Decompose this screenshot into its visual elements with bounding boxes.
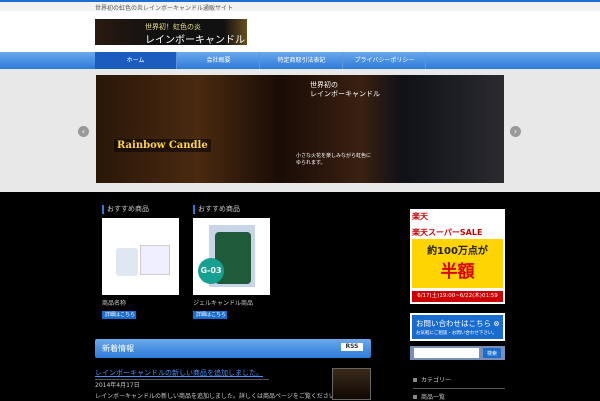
- news-header: 新着情報 RSS: [95, 339, 371, 358]
- contact-banner[interactable]: お問い合わせはこちら ⊗ お気軽にご相談・お問い合わせ下さい。: [410, 313, 505, 341]
- bullet-icon: [413, 378, 417, 382]
- contact-title: お問い合わせはこちら ⊗: [416, 319, 500, 328]
- sidebar-item-label: カテゴリー: [421, 377, 452, 384]
- news-post-date: 2014年4月17日: [95, 382, 140, 389]
- slide-caption1: 小さな火花を楽しみながら虹色に: [296, 153, 372, 159]
- search-form: 検索: [410, 346, 505, 360]
- product-name[interactable]: ジェルキャンドル商品: [193, 298, 253, 307]
- product-detail-button[interactable]: 詳細はこちら: [102, 311, 136, 319]
- product-detail-button[interactable]: 詳細はこちら: [193, 311, 227, 319]
- banner-line2: 半額: [440, 262, 475, 282]
- bullet-icon: [413, 395, 417, 399]
- header: 世界初！虹色の炎 レインボーキャンドル: [0, 11, 600, 52]
- logo-line2: レインボーキャンドル: [145, 35, 245, 46]
- slider-next-button[interactable]: ›: [510, 126, 521, 137]
- nav-company[interactable]: 会社概要: [178, 52, 260, 69]
- slideshow: ‹ 世界初の レインボーキャンドル Rainbow Candle 小さな火花を楽し…: [0, 69, 600, 192]
- slider-prev-button[interactable]: ‹: [78, 126, 89, 137]
- site-logo[interactable]: 世界初！虹色の炎 レインボーキャンドル: [95, 19, 247, 46]
- nav-privacy[interactable]: プライバシーポリシー: [344, 52, 426, 69]
- slide-title1: 世界初の: [310, 81, 338, 89]
- contact-sub: お気軽にご相談・お問い合わせ下さい。: [416, 331, 497, 336]
- banner-sale: 楽天スーパーSALE: [412, 228, 483, 237]
- top-bar: 世界初の虹色の炎レインボーキャンドル通販サイト: [0, 0, 600, 12]
- main-nav: ホーム 会社概要 特定商取引法表記 プライバシーポリシー: [0, 52, 600, 69]
- product-image[interactable]: G-03: [193, 218, 270, 295]
- banner-line1: 約100万点が: [427, 246, 488, 257]
- news-post-title[interactable]: レインボーキャンドルの新しい商品を追加しました。: [95, 368, 269, 380]
- sidebar-item[interactable]: カテゴリー: [413, 375, 505, 389]
- slide-title2: レインボーキャンドル: [310, 90, 380, 98]
- rss-button[interactable]: RSS: [341, 343, 363, 351]
- news-post-body: レインボーキャンドルの新しい商品を追加しました。詳しくは商品ページをご覧ください…: [95, 393, 341, 400]
- news-thumbnail[interactable]: [332, 368, 371, 400]
- search-button[interactable]: 検索: [483, 348, 501, 358]
- slide-image[interactable]: 世界初の レインボーキャンドル Rainbow Candle 小さな火花を楽しみな…: [96, 75, 504, 183]
- slide-caption2: ゆられます。: [296, 160, 326, 166]
- slide-brand: Rainbow Candle: [114, 139, 211, 152]
- banner-dates: 6/17(土)19:00~6/22(木)01:59: [412, 291, 503, 302]
- rakuten-sale-banner[interactable]: 楽天 楽天スーパーSALE 約100万点が半額 6/17(土)19:00~6/2…: [410, 209, 505, 304]
- banner-brand: 楽天: [412, 212, 428, 221]
- news-title: 新着情報: [102, 344, 134, 353]
- product-section-heading: おすすめ商品: [102, 205, 149, 214]
- nav-home[interactable]: ホーム: [95, 52, 177, 69]
- product-section-heading: おすすめ商品: [193, 205, 240, 214]
- product-name[interactable]: 商品名称: [102, 298, 126, 307]
- search-input[interactable]: [414, 348, 479, 358]
- product-image[interactable]: [102, 218, 179, 295]
- nav-legal[interactable]: 特定商取引法表記: [261, 52, 343, 69]
